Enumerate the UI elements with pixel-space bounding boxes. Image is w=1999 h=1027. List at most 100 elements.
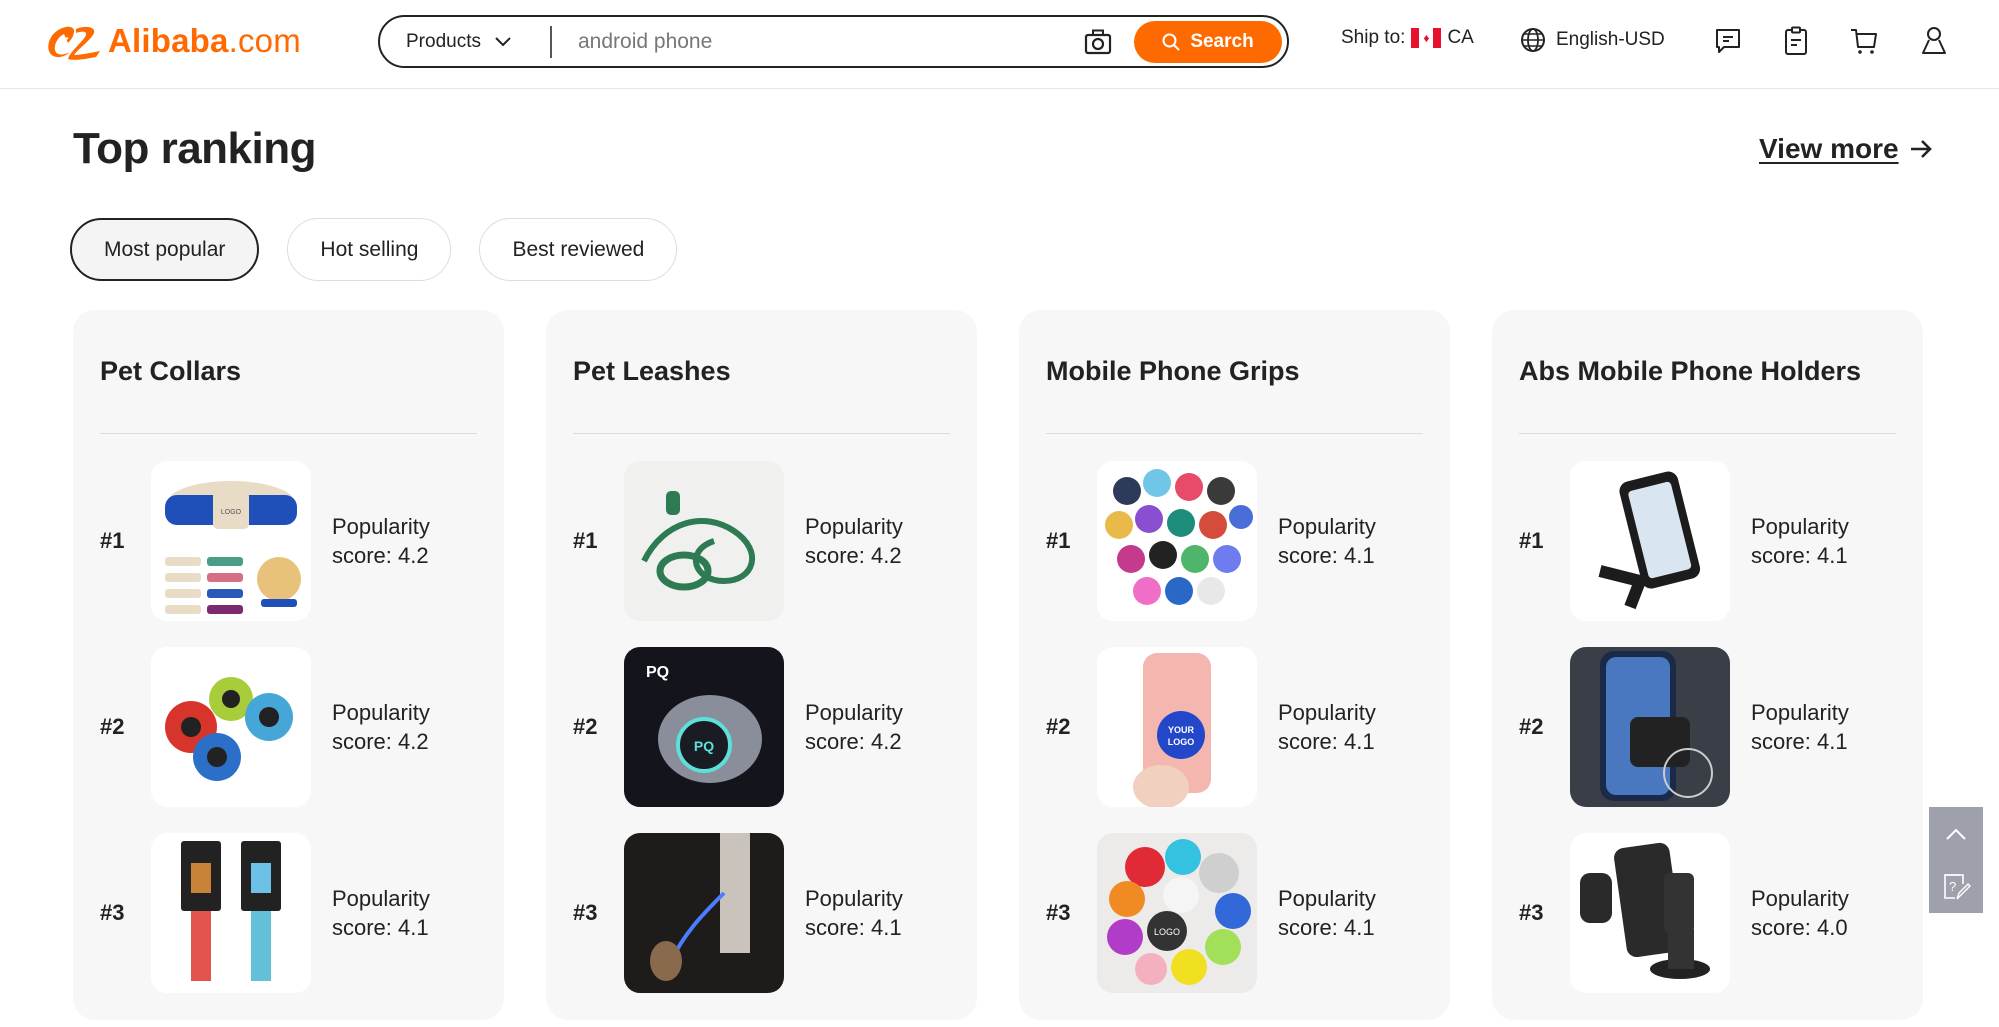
messages-icon xyxy=(1716,29,1740,53)
popularity-score: Popularity score: 4.0 xyxy=(1751,886,1849,940)
language-currency-selector[interactable]: English-USD xyxy=(1520,27,1665,53)
ranked-product[interactable]: #1 LOGO Popularity score: 4.2 xyxy=(100,461,477,621)
ranking-tabs: Most popular Hot selling Best reviewed xyxy=(70,218,705,281)
ship-to-country: CA xyxy=(1447,27,1474,48)
image-search-button[interactable] xyxy=(1078,22,1118,62)
product-image-dashboard-holder[interactable] xyxy=(1570,833,1730,993)
rank-number: #1 xyxy=(573,528,598,553)
category-card-abs-mobile-phone-holders[interactable]: Abs Mobile Phone Holders #1 Popularity s… xyxy=(1492,310,1923,1020)
category-card-mobile-phone-grips[interactable]: Mobile Phone Grips #1 Popularity score: … xyxy=(1019,310,1450,1020)
globe-icon xyxy=(1521,28,1545,52)
ranked-product[interactable]: #3 LOGO Popularity score: 4.1 xyxy=(1046,833,1423,993)
rank-number: #3 xyxy=(1519,900,1544,925)
ranked-product[interactable]: #2 Popularity score: 4.1 xyxy=(1519,647,1896,807)
bike-holder-graphic xyxy=(1598,471,1701,610)
rank-number: #1 xyxy=(100,528,125,553)
category-title[interactable]: Mobile Phone Grips xyxy=(1046,356,1300,387)
arrow-right-icon xyxy=(1910,140,1932,158)
messages-button[interactable] xyxy=(1711,24,1745,58)
rank-number: #3 xyxy=(100,900,125,925)
popularity-score: Popularity score: 4.2 xyxy=(332,700,430,754)
tab-best-reviewed[interactable]: Best reviewed xyxy=(479,218,678,281)
product-image-printed-collars[interactable] xyxy=(151,833,311,993)
ranked-product[interactable]: #3 Popularity score: 4.1 xyxy=(100,833,477,993)
rank-number: #3 xyxy=(1046,900,1071,925)
product-image-assorted-grips[interactable] xyxy=(1097,461,1257,621)
car-holder-graphic xyxy=(1600,651,1713,801)
rank-number: #3 xyxy=(573,900,598,925)
popularity-score: Popularity score: 4.2 xyxy=(805,514,903,568)
canada-flag-icon: ♦ xyxy=(1411,28,1442,48)
svg-text:YOUR: YOUR xyxy=(1168,725,1195,735)
search-category-label: Products xyxy=(406,30,481,52)
alibaba-logo[interactable]: Alibaba.com xyxy=(44,18,301,64)
search-button[interactable]: Search xyxy=(1134,20,1282,63)
chevron-up-icon xyxy=(1946,828,1966,840)
svg-text:LOGO: LOGO xyxy=(1168,737,1195,747)
collar-graphic: LOGO xyxy=(165,481,301,614)
popularity-score: Popularity score: 4.1 xyxy=(1278,700,1376,754)
ship-to-selector[interactable]: Ship to: ♦ CA xyxy=(1341,27,1474,49)
product-image-retractable-leashes[interactable] xyxy=(151,647,311,807)
divider xyxy=(1046,433,1423,434)
ranked-product[interactable]: #1 Popularity score: 4.1 xyxy=(1046,461,1423,621)
category-title[interactable]: Pet Leashes xyxy=(573,356,731,387)
logo-suffix: .com xyxy=(228,22,301,59)
popularity-score: Popularity score: 4.1 xyxy=(1278,886,1376,940)
logo-grip-graphic: YOUR LOGO xyxy=(1133,653,1211,807)
popularity-score: Popularity score: 4.1 xyxy=(1751,700,1849,754)
svg-text:?: ? xyxy=(1949,879,1956,894)
tab-hot-selling[interactable]: Hot selling xyxy=(287,218,452,281)
category-card-pet-collars[interactable]: Pet Collars #1 LOGO Popularity score: 4.… xyxy=(73,310,504,1020)
search-category-select[interactable]: Products xyxy=(380,17,550,66)
floating-toolbar: ? xyxy=(1929,807,1983,913)
popularity-score: Popularity score: 4.2 xyxy=(805,700,903,754)
category-card-pet-leashes[interactable]: Pet Leashes #1 Popularity score: 4.2 #2 … xyxy=(546,310,977,1020)
product-image-green-leash-set[interactable] xyxy=(624,461,784,621)
leash-graphic xyxy=(165,677,293,781)
svg-text:PQ: PQ xyxy=(694,738,714,754)
account-button[interactable] xyxy=(1917,24,1951,58)
glowing-leash-graphic xyxy=(650,833,750,981)
svg-text:LOGO: LOGO xyxy=(1154,927,1180,937)
led-leash-graphic: PQ PQ xyxy=(646,664,762,783)
product-image-car-vent-holder[interactable] xyxy=(1570,647,1730,807)
back-to-top-button[interactable] xyxy=(1929,807,1983,860)
popularity-score: Popularity score: 4.1 xyxy=(332,886,430,940)
product-image-glowing-leash[interactable] xyxy=(624,833,784,993)
rank-number: #2 xyxy=(100,714,125,739)
feedback-button[interactable]: ? xyxy=(1929,860,1983,913)
category-title[interactable]: Pet Collars xyxy=(100,356,241,387)
rank-number: #2 xyxy=(1046,714,1071,739)
ranked-product[interactable]: #2 YOUR LOGO Popularity score: 4.1 xyxy=(1046,647,1423,807)
product-image-blue-pet-collar[interactable]: LOGO xyxy=(151,461,311,621)
ranked-product[interactable]: #2 PQ PQ Popularity score: 4.2 xyxy=(573,647,950,807)
assorted-grips-graphic xyxy=(1105,469,1253,605)
ranked-product[interactable]: #3 Popularity score: 4.1 xyxy=(573,833,950,993)
product-image-led-leash[interactable]: PQ PQ xyxy=(624,647,784,807)
ship-to-label: Ship to: xyxy=(1341,27,1406,48)
custom-grips-graphic: LOGO xyxy=(1107,839,1251,985)
logo-wordmark: Alibaba xyxy=(108,22,229,59)
section-title: Top ranking xyxy=(73,124,317,173)
product-image-bike-phone-holder[interactable] xyxy=(1570,461,1730,621)
svg-text:PQ: PQ xyxy=(646,664,669,681)
ranked-product[interactable]: #1 Popularity score: 4.2 xyxy=(573,461,950,621)
ranked-product[interactable]: #1 Popularity score: 4.1 xyxy=(1519,461,1896,621)
alibaba-logo-icon xyxy=(48,26,100,60)
ranked-product[interactable]: #2 Popularity score: 4.2 xyxy=(100,647,477,807)
view-more-link[interactable]: View more xyxy=(1759,133,1933,165)
feedback-icon: ? xyxy=(1944,873,1971,899)
orders-button[interactable] xyxy=(1779,24,1813,58)
ranked-product[interactable]: #3 Popularity score: 4.0 xyxy=(1519,833,1896,993)
product-image-your-logo-grip[interactable]: YOUR LOGO xyxy=(1097,647,1257,807)
search-icon xyxy=(1162,33,1181,51)
search-input[interactable] xyxy=(552,17,1078,66)
svg-text:LOGO: LOGO xyxy=(221,509,242,516)
cart-button[interactable] xyxy=(1848,24,1882,58)
popularity-score: Popularity score: 4.2 xyxy=(332,514,430,568)
tab-most-popular[interactable]: Most popular xyxy=(70,218,260,281)
category-title[interactable]: Abs Mobile Phone Holders xyxy=(1519,356,1861,387)
product-image-custom-logo-grips[interactable]: LOGO xyxy=(1097,833,1257,993)
rank-number: #1 xyxy=(1519,528,1544,553)
